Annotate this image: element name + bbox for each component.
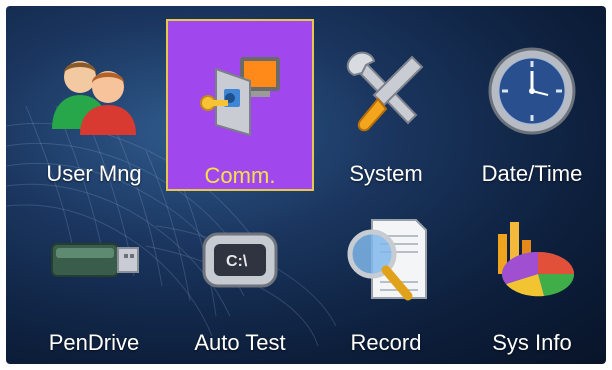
menu-item-label: Sys Info (492, 330, 572, 355)
communication-icon (200, 57, 280, 137)
pie-chart-icon (498, 222, 575, 297)
menu-item-auto-test[interactable]: C:\ Auto Test (166, 190, 314, 362)
chip-test-icon: C:\ (202, 232, 278, 288)
clock-icon (488, 47, 576, 135)
menu-item-date-time[interactable]: Date/Time (458, 19, 606, 191)
menu-item-system[interactable]: System (312, 19, 460, 191)
menu-item-label: Auto Test (194, 330, 286, 355)
menu-item-comm[interactable]: Comm. (166, 19, 314, 191)
menu-item-pendrive[interactable]: PenDrive (20, 190, 168, 362)
menu-item-label: Record (350, 330, 422, 355)
usb-drive-icon (51, 243, 139, 277)
magnifier-document-icon (347, 219, 427, 301)
svg-text:C:\: C:\ (226, 253, 248, 270)
menu-item-label: Date/Time (481, 161, 583, 186)
menu-screen: User Mng Comm. System Date/Time PenDrive… (6, 6, 606, 364)
menu-item-label: User Mng (46, 161, 142, 186)
menu-item-user-mng[interactable]: User Mng (20, 19, 168, 191)
menu-item-sys-info[interactable]: Sys Info (458, 190, 606, 362)
menu-item-label: PenDrive (48, 330, 140, 355)
menu-item-record[interactable]: Record (312, 190, 460, 362)
menu-item-label: Comm. (204, 163, 276, 188)
tools-icon (346, 51, 424, 132)
menu-item-label: System (349, 161, 423, 186)
users-icon (52, 61, 136, 135)
